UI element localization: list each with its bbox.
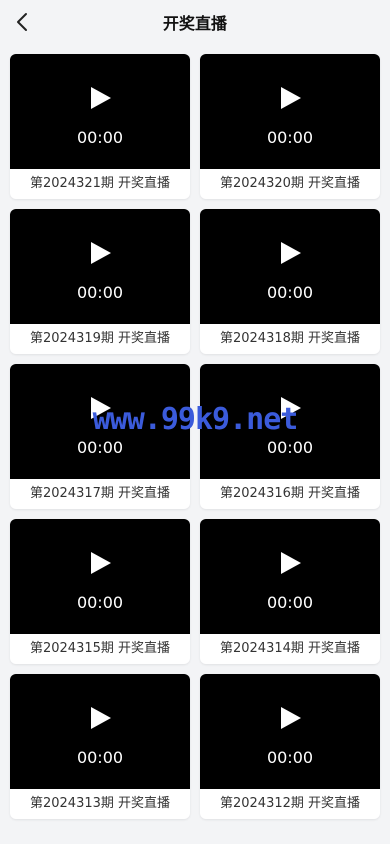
- video-card[interactable]: 00:00 第2024321期 开奖直播: [10, 54, 190, 199]
- video-player[interactable]: 00:00: [200, 209, 380, 324]
- video-caption: 第2024314期 开奖直播: [219, 641, 361, 656]
- play-icon[interactable]: [90, 241, 112, 265]
- play-icon[interactable]: [90, 706, 112, 730]
- video-duration: 00:00: [76, 593, 124, 612]
- video-card[interactable]: 00:00 第2024316期 开奖直播: [200, 364, 380, 509]
- play-icon[interactable]: [90, 396, 112, 420]
- video-player[interactable]: 00:00: [200, 54, 380, 169]
- video-caption: 第2024315期 开奖直播: [29, 641, 171, 656]
- back-button[interactable]: [8, 8, 36, 36]
- video-card[interactable]: 00:00 第2024318期 开奖直播: [200, 209, 380, 354]
- video-caption: 第2024319期 开奖直播: [29, 331, 171, 346]
- video-card[interactable]: 00:00 第2024320期 开奖直播: [200, 54, 380, 199]
- video-card[interactable]: 00:00 第2024312期 开奖直播: [200, 674, 380, 819]
- header: 开奖直播: [0, 0, 390, 44]
- video-duration: 00:00: [266, 438, 314, 457]
- play-icon[interactable]: [280, 241, 302, 265]
- play-icon[interactable]: [280, 396, 302, 420]
- video-player[interactable]: 00:00: [10, 54, 190, 169]
- video-player[interactable]: 00:00: [10, 364, 190, 479]
- play-icon[interactable]: [90, 86, 112, 110]
- video-card[interactable]: 00:00 第2024314期 开奖直播: [200, 519, 380, 664]
- video-caption: 第2024312期 开奖直播: [219, 796, 361, 811]
- video-player[interactable]: 00:00: [200, 519, 380, 634]
- page-title: 开奖直播: [162, 14, 227, 33]
- video-card[interactable]: 00:00 第2024319期 开奖直播: [10, 209, 190, 354]
- video-duration: 00:00: [76, 283, 124, 302]
- video-caption: 第2024321期 开奖直播: [29, 176, 171, 191]
- play-icon[interactable]: [280, 706, 302, 730]
- play-icon[interactable]: [280, 551, 302, 575]
- video-caption: 第2024318期 开奖直播: [219, 331, 361, 346]
- video-caption: 第2024320期 开奖直播: [219, 176, 361, 191]
- video-duration: 00:00: [266, 748, 314, 767]
- video-player[interactable]: 00:00: [10, 674, 190, 789]
- video-player[interactable]: 00:00: [200, 674, 380, 789]
- video-player[interactable]: 00:00: [200, 364, 380, 479]
- play-icon[interactable]: [280, 86, 302, 110]
- video-duration: 00:00: [76, 438, 124, 457]
- chevron-left-icon: [17, 13, 27, 31]
- video-caption: 第2024313期 开奖直播: [29, 796, 171, 811]
- video-duration: 00:00: [266, 283, 314, 302]
- video-card[interactable]: 00:00 第2024317期 开奖直播: [10, 364, 190, 509]
- video-card[interactable]: 00:00 第2024315期 开奖直播: [10, 519, 190, 664]
- video-player[interactable]: 00:00: [10, 519, 190, 634]
- video-duration: 00:00: [76, 748, 124, 767]
- video-grid: 00:00 第2024321期 开奖直播 00:00 第2024320期 开奖直…: [10, 54, 380, 819]
- play-icon[interactable]: [90, 551, 112, 575]
- video-caption: 第2024316期 开奖直播: [219, 486, 361, 501]
- video-duration: 00:00: [266, 593, 314, 612]
- video-duration: 00:00: [266, 128, 314, 147]
- video-duration: 00:00: [76, 128, 124, 147]
- video-caption: 第2024317期 开奖直播: [29, 486, 171, 501]
- video-player[interactable]: 00:00: [10, 209, 190, 324]
- video-card[interactable]: 00:00 第2024313期 开奖直播: [10, 674, 190, 819]
